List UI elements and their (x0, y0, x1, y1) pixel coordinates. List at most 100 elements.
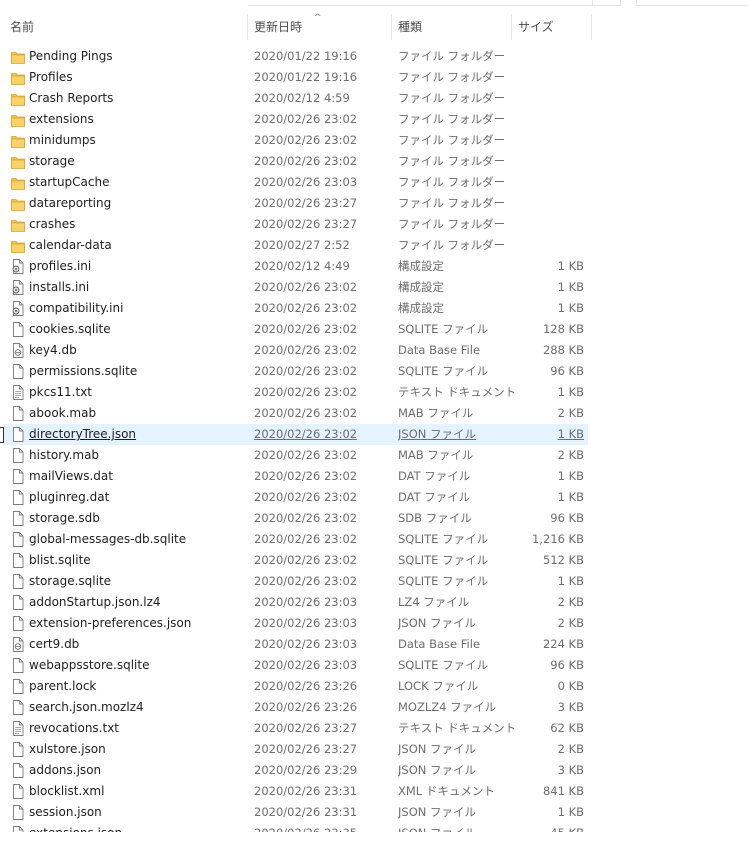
file-type: テキスト ドキュメント (398, 385, 514, 399)
file-size: 1 KB (557, 427, 584, 441)
file-date: 2020/02/26 23:02 (254, 532, 358, 546)
file-name: Crash Reports (29, 91, 114, 105)
column-header-type[interactable]: 種類 (392, 14, 512, 40)
file-type: 構成設定 (398, 280, 444, 294)
file-row[interactable]: extension-preferences.json 2020/02/26 23:… (4, 613, 588, 634)
file-icon (11, 700, 25, 715)
file-name: blist.sqlite (29, 553, 91, 567)
file-name: startupCache (29, 175, 110, 189)
file-row[interactable]: history.mab 2020/02/26 23:02 MAB ファイル 2 KB (4, 445, 588, 466)
file-date: 2020/02/26 23:02 (254, 154, 358, 168)
file-size: 1 KB (557, 259, 584, 273)
file-row[interactable]: addons.json 2020/02/26 23:29 JSON ファイル 3 KB (4, 760, 588, 781)
file-icon (11, 826, 25, 832)
file-row[interactable]: addonStartup.json.lz4 2020/02/26 23:03 LZ4… (4, 592, 588, 613)
file-row[interactable]: blist.sqlite 2020/02/26 23:02 SQLITE ファイル 5… (4, 550, 588, 571)
file-row[interactable]: pluginreg.dat 2020/02/26 23:02 DAT ファイル 1 K… (4, 487, 588, 508)
file-type: 構成設定 (398, 301, 444, 315)
folder-row[interactable]: crashes 2020/02/26 23:27 ファイル フォルダー (4, 214, 588, 235)
file-date: 2020/02/26 23:02 (254, 469, 358, 483)
folder-row[interactable]: datareporting 2020/02/26 23:27 ファイル フォルダー (4, 193, 588, 214)
file-name: abook.mab (29, 406, 97, 420)
file-date: 2020/02/26 23:02 (254, 427, 358, 441)
file-row[interactable]: cert9.db 2020/02/26 23:03 Data Base File 22… (4, 634, 588, 655)
file-row[interactable]: profiles.ini 2020/02/12 4:49 構成設定 1 KB (4, 256, 588, 277)
file-date: 2020/02/26 23:27 (254, 742, 358, 756)
file-name: cert9.db (29, 637, 80, 651)
column-header-size[interactable]: サイズ (512, 14, 592, 40)
file-row[interactable]: webappsstore.sqlite 2020/02/26 23:03 SQLIT… (4, 655, 588, 676)
file-size: 2 KB (557, 742, 584, 756)
folder-row[interactable]: startupCache 2020/02/26 23:03 ファイル フォルダー (4, 172, 588, 193)
file-type: JSON ファイル (398, 823, 514, 832)
file-size: 62 KB (550, 721, 584, 735)
file-row[interactable]: global-messages-db.sqlite 2020/02/26 23:0… (4, 529, 588, 550)
column-header-name[interactable]: 名前 (4, 14, 248, 40)
file-name: storage (29, 154, 75, 168)
file-name: addons.json (29, 763, 102, 777)
file-row[interactable]: mailViews.dat 2020/02/26 23:02 DAT ファイル 1 K… (4, 466, 588, 487)
file-row[interactable]: revocations.txt 2020/02/26 23:27 テキスト ドキュメ… (4, 718, 588, 739)
file-size: 841 KB (542, 784, 584, 798)
file-size: 3 KB (557, 700, 584, 714)
file-row[interactable]: key4.db 2020/02/26 23:02 Data Base File 288… (4, 340, 588, 361)
folder-icon (11, 49, 25, 64)
file-row[interactable]: pkcs11.txt 2020/02/26 23:02 テキスト ドキュメント 1 K… (4, 382, 588, 403)
file-row[interactable]: storage.sdb 2020/02/26 23:02 SDB ファイル 96 KB (4, 508, 588, 529)
file-name: directoryTree.json (29, 427, 137, 441)
file-name: parent.lock (29, 679, 97, 693)
folder-row[interactable]: storage 2020/02/26 23:02 ファイル フォルダー (4, 151, 588, 172)
file-row[interactable]: session.json 2020/02/26 23:31 JSON ファイル 1 K… (4, 802, 588, 823)
file-row[interactable]: storage.sqlite 2020/02/26 23:02 SQLITE ファイ… (4, 571, 588, 592)
file-type: SQLITE ファイル (398, 532, 489, 546)
file-icon (11, 742, 25, 757)
file-row[interactable]: blocklist.xml 2020/02/26 23:31 XML ドキュメント 8… (4, 781, 588, 802)
file-icon (11, 532, 25, 547)
refresh-button-edge[interactable] (592, 0, 621, 6)
file-date: 2020/02/26 23:03 (254, 637, 358, 651)
folder-row[interactable]: extensions 2020/02/26 23:02 ファイル フォルダー (4, 109, 588, 130)
file-date: 2020/02/26 23:02 (254, 301, 358, 315)
folder-row[interactable]: Crash Reports 2020/02/12 4:59 ファイル フォルダー (4, 88, 588, 109)
file-type: ファイル フォルダー (398, 154, 506, 168)
file-row[interactable]: compatibility.ini 2020/02/26 23:02 構成設定 1 K… (4, 298, 588, 319)
file-icon (11, 805, 25, 820)
file-row[interactable]: extensions.json 2020/02/26 23:35 JSON ファイル… (4, 823, 588, 832)
file-icon (11, 448, 25, 463)
file-size: 96 KB (550, 658, 584, 672)
file-date: 2020/02/26 23:02 (254, 574, 358, 588)
file-row[interactable]: permissions.sqlite 2020/02/26 23:02 SQLITE… (4, 361, 588, 382)
file-type: MOZLZ4 ファイル (398, 700, 497, 714)
file-row[interactable]: cookies.sqlite 2020/02/26 23:02 SQLITE ファイ… (4, 319, 588, 340)
folder-icon (11, 217, 25, 232)
folder-icon (11, 91, 25, 106)
search-box-edge[interactable] (636, 0, 748, 6)
file-type: ファイル フォルダー (398, 70, 506, 84)
file-row[interactable]: directoryTree.json 2020/02/26 23:02 JSON フ… (0, 424, 588, 445)
file-row[interactable]: parent.lock 2020/02/26 23:26 LOCK ファイル 0 KB (4, 676, 588, 697)
file-name: blocklist.xml (29, 784, 105, 798)
file-name: Pending Pings (29, 49, 113, 63)
file-row[interactable]: installs.ini 2020/02/26 23:02 構成設定 1 KB (4, 277, 588, 298)
file-size: 1 KB (557, 574, 584, 588)
folder-row[interactable]: Profiles 2020/01/22 19:16 ファイル フォルダー (4, 67, 588, 88)
file-row[interactable]: search.json.mozlz4 2020/02/26 23:26 MOZLZ4… (4, 697, 588, 718)
folder-row[interactable]: Pending Pings 2020/01/22 19:16 ファイル フォルダー (4, 46, 588, 67)
file-type: JSON ファイル (398, 616, 477, 630)
file-list: Pending Pings 2020/01/22 19:16 ファイル フォルダー P… (0, 46, 748, 832)
file-date: 2020/02/26 23:02 (254, 112, 358, 126)
file-date: 2020/02/26 23:02 (254, 448, 358, 462)
file-type: ファイル フォルダー (398, 49, 506, 63)
folder-icon (11, 175, 25, 190)
file-name: key4.db (29, 343, 77, 357)
file-row[interactable]: abook.mab 2020/02/26 23:02 MAB ファイル 2 KB (4, 403, 588, 424)
folder-row[interactable]: calendar-data 2020/02/27 2:52 ファイル フォルダー (4, 235, 588, 256)
file-name: minidumps (29, 133, 96, 147)
file-row[interactable]: xulstore.json 2020/02/26 23:27 JSON ファイル 2 … (4, 739, 588, 760)
file-size: 3 KB (557, 763, 584, 777)
file-name: extensions (29, 112, 94, 126)
file-icon (11, 427, 25, 442)
folder-row[interactable]: minidumps 2020/02/26 23:02 ファイル フォルダー (4, 130, 588, 151)
file-size: 1,216 KB (531, 532, 584, 546)
file-icon (11, 763, 25, 778)
